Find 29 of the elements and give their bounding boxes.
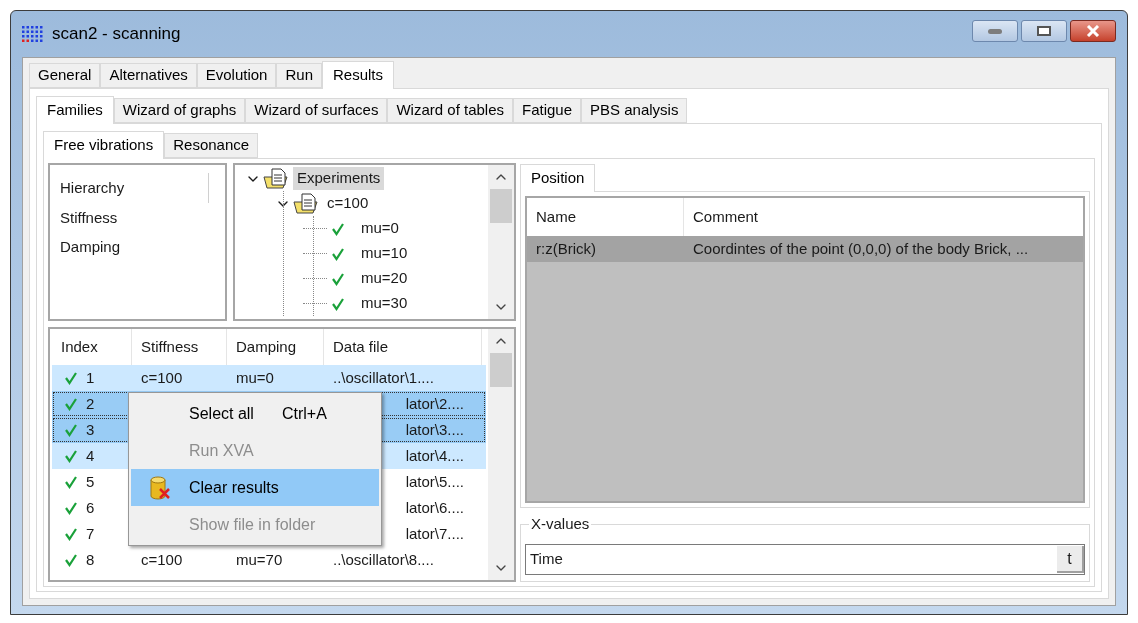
menu-item-label: Select all (189, 403, 254, 424)
table-cell-text: 1 (86, 367, 95, 388)
table-cell-text: lator\3.... (405, 419, 464, 440)
table-cell-text: r:z(Brick) (535, 238, 597, 259)
table-cell-text: 8 (86, 549, 95, 570)
table-cell: c=100 (141, 368, 183, 386)
table-cell-text: lator\7.... (405, 523, 464, 544)
list-header: Hierarchy (60, 177, 125, 198)
window-title: scan2 - scanning (52, 23, 181, 46)
table-cell-text: 5 (86, 471, 95, 492)
table-cell: mu=0 (236, 368, 274, 386)
table-cell-text: lator\6.... (405, 497, 464, 518)
table-cell-text: 3 (86, 419, 95, 440)
table-cell-text: 4 (86, 445, 95, 466)
table-cell: ..\oscillator\1.... (333, 368, 434, 386)
table-cell-text: lator\2.... (405, 393, 464, 414)
table-cell-text: 6 (86, 497, 95, 518)
table-cell-text: 7 (86, 523, 95, 544)
table-cell: ..\oscillator\8.... (333, 550, 434, 568)
menu-shortcut: Ctrl+A (281, 403, 327, 424)
table-cell: mu=70 (236, 550, 283, 568)
menu-item-label: Show file in folder (189, 514, 316, 535)
table-cell-text: lator\4.... (405, 445, 464, 466)
menu-item-label: Run XVA (189, 440, 254, 461)
table-cell-text: lator\5.... (405, 471, 464, 492)
menu-item-label: Clear results (189, 477, 279, 498)
table-cell: c=100 (141, 550, 183, 568)
table-cell-text: Coordintes of the point (0,0,0) of the body Brick, ... (692, 238, 1030, 259)
table-cell-text: 2 (86, 393, 95, 414)
